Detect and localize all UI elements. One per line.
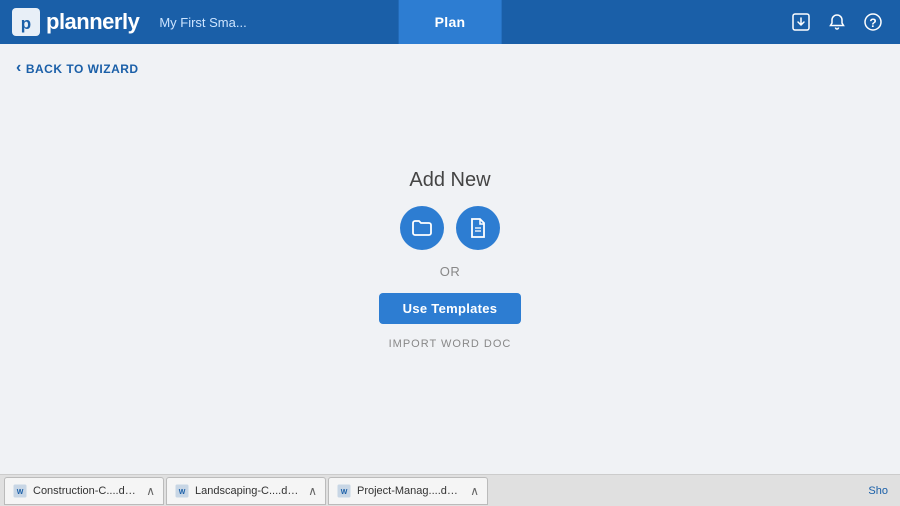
import-word-doc-link[interactable]: IMPORT WORD DOC xyxy=(389,338,512,350)
back-chevron: ‹ xyxy=(16,59,22,77)
taskbar-item-construction[interactable]: W Construction-C....docx ∧ xyxy=(4,477,164,505)
taskbar-doc-icon-1: W xyxy=(13,484,27,498)
taskbar-doc-icon-2: W xyxy=(175,484,189,498)
svg-text:W: W xyxy=(179,489,186,496)
svg-text:?: ? xyxy=(869,16,876,30)
download-icon xyxy=(791,12,811,32)
taskbar-item-project[interactable]: W Project-Manag....docx ∧ xyxy=(328,477,488,505)
taskbar-close-1[interactable]: ∧ xyxy=(146,484,155,498)
taskbar-doc-icon-3: W xyxy=(337,484,351,498)
taskbar-show-button[interactable]: Sho xyxy=(860,483,896,499)
file-icon xyxy=(466,216,490,240)
taskbar-close-3[interactable]: ∧ xyxy=(470,484,479,498)
taskbar-label-3: Project-Manag....docx xyxy=(357,485,462,497)
use-templates-button[interactable]: Use Templates xyxy=(379,293,522,324)
svg-text:W: W xyxy=(17,489,24,496)
bell-icon-button[interactable] xyxy=(822,7,852,37)
logo-icon: p xyxy=(12,8,40,36)
add-file-button[interactable] xyxy=(456,206,500,250)
taskbar-close-2[interactable]: ∧ xyxy=(308,484,317,498)
header-icons: ? xyxy=(786,7,888,37)
taskbar-item-landscaping[interactable]: W Landscaping-C....docx ∧ xyxy=(166,477,326,505)
help-icon: ? xyxy=(863,12,883,32)
help-icon-button[interactable]: ? xyxy=(858,7,888,37)
add-folder-button[interactable] xyxy=(400,206,444,250)
main-area: ‹ BACK TO WIZARD Add New OR Use Template… xyxy=(0,44,900,474)
taskbar: W Construction-C....docx ∧ W Landscaping… xyxy=(0,474,900,506)
add-new-title: Add New xyxy=(409,169,490,192)
folder-icon xyxy=(410,216,434,240)
back-to-wizard-link[interactable]: ‹ BACK TO WIZARD xyxy=(16,60,139,77)
icon-row xyxy=(400,206,500,250)
logo-text: plannerly xyxy=(46,9,139,35)
header: p plannerly My First Sma... Plan ? xyxy=(0,0,900,44)
svg-text:p: p xyxy=(21,14,31,33)
back-label: BACK TO WIZARD xyxy=(26,62,139,76)
center-content: Add New OR Use Templates IMPORT WORD DOC xyxy=(379,169,522,350)
nav-plan-tab[interactable]: Plan xyxy=(399,0,502,44)
logo: p plannerly xyxy=(12,8,139,36)
taskbar-label-1: Construction-C....docx xyxy=(33,485,138,497)
or-text: OR xyxy=(440,264,461,279)
taskbar-label-2: Landscaping-C....docx xyxy=(195,485,300,497)
download-icon-button[interactable] xyxy=(786,7,816,37)
bell-icon xyxy=(827,12,847,32)
svg-text:W: W xyxy=(341,489,348,496)
